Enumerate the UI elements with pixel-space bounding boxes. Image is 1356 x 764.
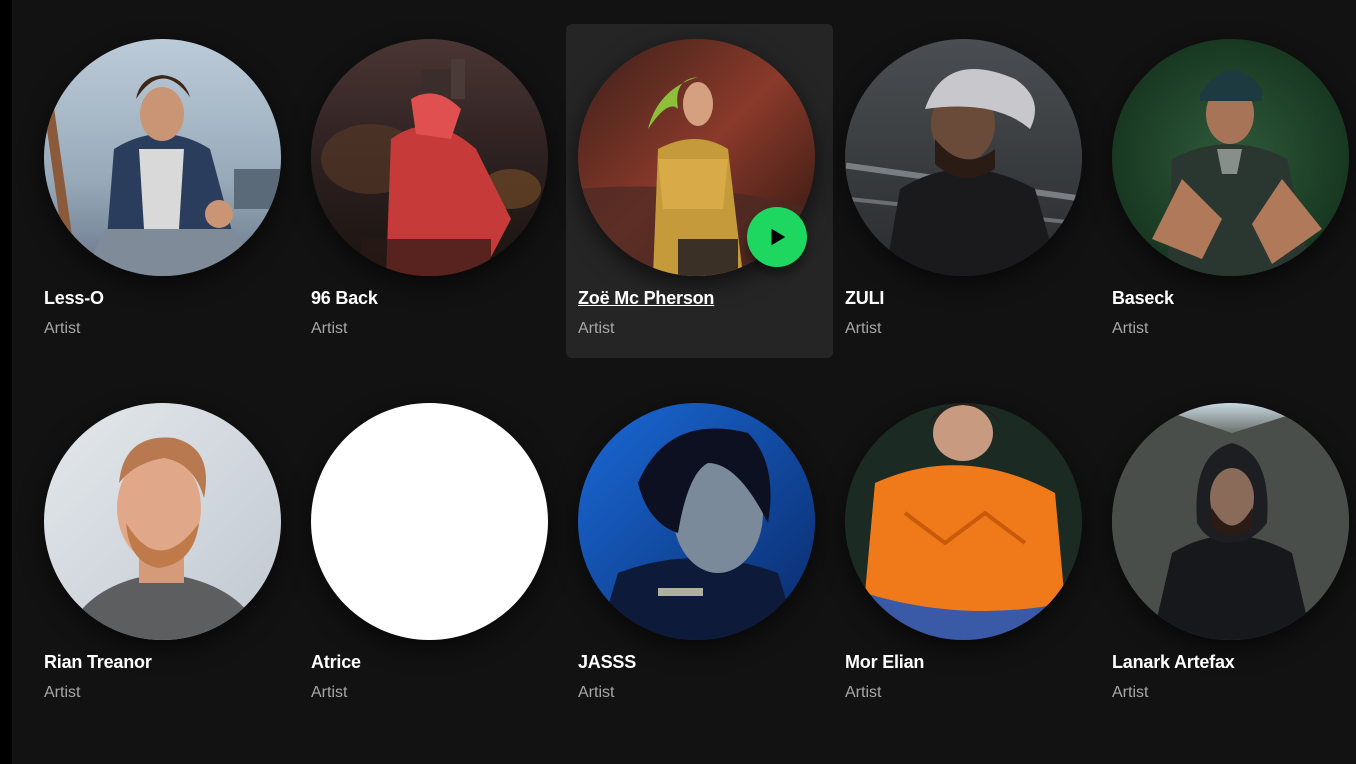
artist-name[interactable]: Lanark Artefax (1112, 652, 1235, 673)
artist-name[interactable]: Baseck (1112, 288, 1174, 309)
artist-avatar (845, 39, 1082, 276)
artist-card[interactable]: Baseck Artist (1100, 24, 1356, 358)
artist-card[interactable]: Mor Elian Artist (833, 388, 1100, 722)
artist-type: Artist (1112, 684, 1149, 701)
artist-card-hovered[interactable]: Zoë Mc Pherson Artist (566, 24, 833, 358)
artist-avatar (1112, 39, 1349, 276)
artist-avatar (578, 403, 815, 640)
artist-avatar (845, 403, 1082, 640)
artist-type: Artist (1112, 320, 1149, 337)
artist-card[interactable]: JASSS Artist (566, 388, 833, 722)
artist-card[interactable]: Less-O Artist (32, 24, 299, 358)
artist-card[interactable]: ZULI Artist (833, 24, 1100, 358)
artist-avatar (1112, 403, 1349, 640)
artist-type: Artist (845, 320, 882, 337)
artist-name[interactable]: JASSS (578, 652, 636, 673)
sidebar-edge (0, 0, 12, 764)
play-button[interactable] (747, 207, 807, 267)
artist-type: Artist (845, 684, 882, 701)
artist-name[interactable]: 96 Back (311, 288, 378, 309)
artist-name[interactable]: Atrice (311, 652, 361, 673)
artist-avatar (44, 39, 281, 276)
artist-type: Artist (578, 684, 615, 701)
artist-name[interactable]: Less-O (44, 288, 104, 309)
artist-card[interactable]: Rian Treanor Artist (32, 388, 299, 722)
artist-card[interactable]: Atrice Artist (299, 388, 566, 722)
artist-grid: Less-O Artist 96 Back Artist Zoë Mc Pher… (32, 24, 1356, 722)
artist-type: Artist (44, 320, 81, 337)
artist-grid-page: Less-O Artist 96 Back Artist Zoë Mc Pher… (0, 0, 1356, 764)
artist-name[interactable]: Mor Elian (845, 652, 924, 673)
artist-name[interactable]: ZULI (845, 288, 884, 309)
artist-card[interactable]: 96 Back Artist (299, 24, 566, 358)
artist-type: Artist (44, 684, 81, 701)
artist-type: Artist (311, 320, 348, 337)
artist-avatar (311, 403, 548, 640)
artist-name[interactable]: Rian Treanor (44, 652, 152, 673)
artist-avatar (44, 403, 281, 640)
artist-card[interactable]: Lanark Artefax Artist (1100, 388, 1356, 722)
artist-type: Artist (578, 320, 615, 337)
artist-avatar (311, 39, 548, 276)
artist-type: Artist (311, 684, 348, 701)
artist-name[interactable]: Zoë Mc Pherson (578, 288, 714, 309)
play-icon (771, 228, 786, 246)
